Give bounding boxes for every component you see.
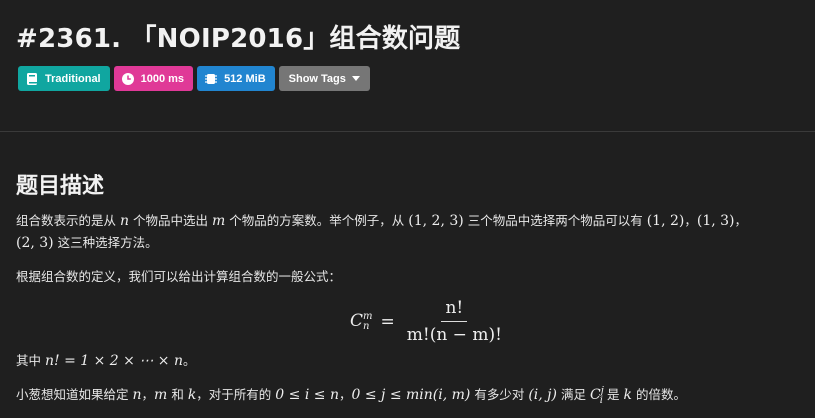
text: 。: [183, 353, 196, 368]
math-binomial: Cji: [590, 385, 604, 406]
formula-denominator: m!(n − m)!: [406, 325, 502, 345]
formula-sub: n: [363, 320, 370, 332]
math-condition: 0 ≤ j ≤ min(i, m): [351, 387, 471, 403]
combination-formula: Cmn = n! m!(n − m)!: [350, 298, 506, 345]
text: ，对于所有的: [196, 387, 272, 402]
math-factorial: n! = 1 × 2 × ⋯ × n: [45, 353, 183, 369]
math-n: n: [132, 387, 142, 403]
problem-badges: Traditional 1000 ms 512 MiB Show Tags: [18, 66, 370, 91]
math-condition: 0 ≤ i ≤ n: [275, 387, 339, 403]
paragraph-line-2: (2, 3) 这三种选择方法。: [16, 232, 158, 251]
math-m: m: [154, 387, 168, 403]
section-heading: 题目描述: [16, 174, 105, 199]
math-m: m: [212, 213, 226, 229]
text: 三个物品中选择两个物品可以有: [467, 213, 643, 228]
text: 个物品的方案数。举个例子，从: [229, 213, 405, 228]
paragraph-3: 其中 n! = 1 × 2 × ⋯ × n。: [16, 350, 196, 369]
text: ，: [734, 213, 748, 228]
text: 组合数表示的是从: [16, 213, 117, 228]
math-sub: i: [599, 394, 603, 406]
text: ，: [338, 387, 352, 402]
text: 满足: [560, 387, 586, 402]
text: ，: [141, 387, 155, 402]
text: 个物品中选出: [133, 213, 209, 228]
memory-chip-icon: [205, 73, 218, 84]
math-k: k: [623, 387, 632, 403]
text: 有多少对: [474, 387, 525, 402]
show-tags-button[interactable]: Show Tags: [278, 66, 370, 91]
clock-icon: [121, 72, 134, 85]
math-pair: (i, j): [528, 387, 557, 403]
problem-type-badge: Traditional: [18, 66, 110, 91]
time-limit-badge: 1000 ms: [113, 66, 194, 91]
show-tags-label: Show Tags: [288, 72, 346, 85]
time-limit-label: 1000 ms: [140, 72, 185, 85]
memory-limit-badge: 512 MiB: [197, 66, 275, 91]
formula-c: C: [350, 311, 364, 332]
formula-numerator: n!: [441, 298, 468, 322]
math-pair: (1, 2): [646, 213, 685, 229]
paragraph-4: 小葱想知道如果给定 n，m 和 k，对于所有的 0 ≤ i ≤ n，0 ≤ j …: [16, 384, 686, 406]
text: 其中: [16, 353, 42, 368]
book-icon: [27, 72, 37, 85]
text: 和: [171, 387, 184, 402]
text: 小葱想知道如果给定: [16, 387, 129, 402]
header-divider: [0, 131, 815, 132]
problem-type-label: Traditional: [45, 72, 101, 85]
text: 这三种选择方法。: [57, 235, 158, 250]
formula-equals: =: [380, 311, 395, 332]
text: 是: [606, 387, 620, 402]
caret-down-icon: [351, 76, 360, 81]
paragraph-2: 根据组合数的定义，我们可以给出计算组合数的一般公式：: [16, 269, 342, 284]
paragraph-line-1: 组合数表示的是从 n 个物品中选出 m 个物品的方案数。举个例子，从 (1, 2…: [16, 210, 747, 229]
memory-limit-label: 512 MiB: [224, 72, 266, 85]
math-n: n: [120, 213, 130, 229]
math-set: (1, 2, 3): [408, 213, 464, 229]
formula-fraction: n! m!(n − m)!: [403, 298, 506, 345]
formula-lhs: Cmn: [350, 311, 373, 332]
math-pair: (1, 3): [696, 213, 735, 229]
text: ，: [684, 213, 697, 228]
math-pair: (2, 3): [16, 235, 54, 251]
text: 的倍数。: [635, 387, 686, 402]
problem-page: #2361. 「NOIP2016」组合数问题 Traditional 1000 …: [0, 0, 815, 418]
problem-title: #2361. 「NOIP2016」组合数问题: [16, 24, 461, 54]
